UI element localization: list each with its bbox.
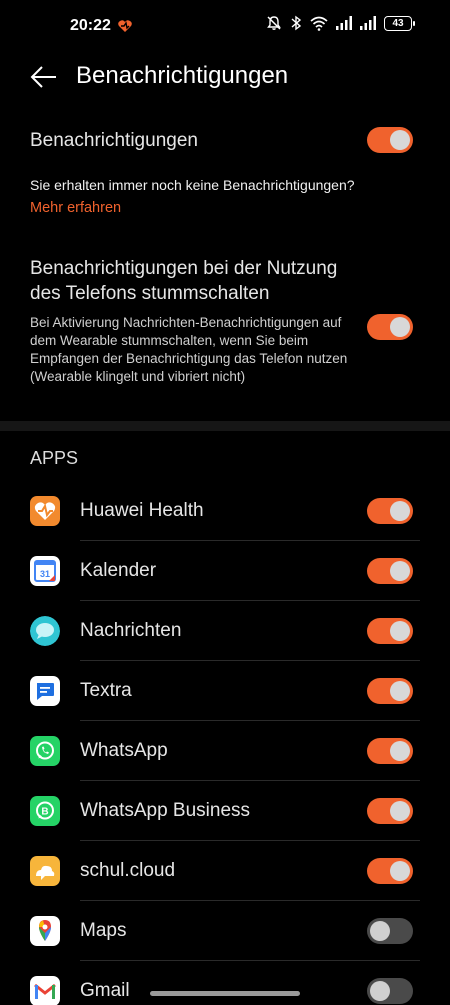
app-toggle-textra[interactable] xyxy=(367,678,413,704)
toggle-knob xyxy=(390,621,410,641)
toggle-knob xyxy=(390,681,410,701)
toggle-knob xyxy=(390,741,410,761)
app-row-kalender: 31 Kalender xyxy=(0,541,450,601)
app-toggle-whatsapp-business[interactable] xyxy=(367,798,413,824)
app-toggle-kalender[interactable] xyxy=(367,558,413,584)
mute-description: Bei Aktivierung Nachrichten-Benachrichti… xyxy=(30,315,348,384)
signal-icon-1 xyxy=(336,16,352,30)
mute-toggle[interactable] xyxy=(367,314,413,340)
toggle-knob xyxy=(390,561,410,581)
app-toggle-whatsapp[interactable] xyxy=(367,738,413,764)
section-divider xyxy=(0,421,450,431)
app-name: WhatsApp Business xyxy=(80,800,251,821)
main-toggle-label: Benachrichtigungen xyxy=(30,130,198,151)
toggle-knob xyxy=(390,130,410,150)
status-bar: 20:22 43 xyxy=(0,0,450,52)
toggle-knob xyxy=(390,501,410,521)
mute-bell-icon xyxy=(267,16,281,30)
textra-icon xyxy=(30,676,60,706)
app-name: Gmail xyxy=(80,980,130,1001)
toggle-knob xyxy=(390,801,410,821)
toggle-knob xyxy=(390,317,410,337)
app-toggle-maps[interactable] xyxy=(367,918,413,944)
calendar-icon: 31 xyxy=(30,556,60,586)
page-title: Benachrichtigungen xyxy=(76,62,289,89)
svg-text:31: 31 xyxy=(40,569,50,579)
app-name: Textra xyxy=(80,680,132,701)
toggle-knob xyxy=(390,861,410,881)
battery-level: 43 xyxy=(392,17,404,29)
app-toggle-schul-cloud[interactable] xyxy=(367,858,413,884)
gesture-nav-bar[interactable] xyxy=(150,991,300,996)
back-arrow-icon[interactable] xyxy=(28,62,60,92)
whatsapp-icon xyxy=(30,736,60,766)
app-row-whatsapp-business: B WhatsApp Business xyxy=(0,781,450,841)
huawei-health-icon xyxy=(30,496,60,526)
toggle-knob xyxy=(370,921,390,941)
app-row-huawei-health: Huawei Health xyxy=(0,481,450,541)
app-toggle-gmail[interactable] xyxy=(367,978,413,1004)
status-icons: 43 xyxy=(266,15,415,31)
huawei-health-status-icon xyxy=(118,20,132,32)
whatsapp-business-icon: B xyxy=(30,796,60,826)
learn-more-link[interactable]: Mehr erfahren xyxy=(30,200,121,216)
hint-text: Sie erhalten immer noch keine Benachrich… xyxy=(30,177,355,193)
app-name: WhatsApp xyxy=(80,740,168,761)
battery-indicator: 43 xyxy=(384,15,415,31)
app-name: Kalender xyxy=(80,560,157,581)
wifi-icon xyxy=(310,16,328,31)
svg-text:B: B xyxy=(41,807,48,818)
messages-icon xyxy=(30,616,60,646)
app-toggle-huawei-health[interactable] xyxy=(367,498,413,524)
app-row-nachrichten: Nachrichten xyxy=(0,601,450,661)
apps-section-header: APPS xyxy=(30,448,79,468)
header: Benachrichtigungen xyxy=(0,52,450,102)
app-row-maps: Maps xyxy=(0,901,450,961)
bluetooth-icon xyxy=(291,15,302,31)
app-name: schul.cloud xyxy=(80,860,176,881)
gmail-icon xyxy=(30,976,60,1005)
schul-cloud-icon xyxy=(30,856,60,886)
app-name: Nachrichten xyxy=(80,620,182,641)
app-name: Huawei Health xyxy=(80,500,204,521)
status-time: 20:22 xyxy=(70,17,111,34)
app-toggle-nachrichten[interactable] xyxy=(367,618,413,644)
app-name: Maps xyxy=(80,920,127,941)
signal-icon-2 xyxy=(360,16,376,30)
toggle-knob xyxy=(370,981,390,1001)
app-row-textra: Textra xyxy=(0,661,450,721)
app-row-schul-cloud: schul.cloud xyxy=(0,841,450,901)
app-row-gmail: Gmail xyxy=(0,961,450,1005)
main-notifications-toggle[interactable] xyxy=(367,127,413,153)
app-row-whatsapp: WhatsApp xyxy=(0,721,450,781)
mute-title: Benachrichtigungen bei der Nutzung des T… xyxy=(30,258,338,304)
maps-icon xyxy=(30,916,60,946)
